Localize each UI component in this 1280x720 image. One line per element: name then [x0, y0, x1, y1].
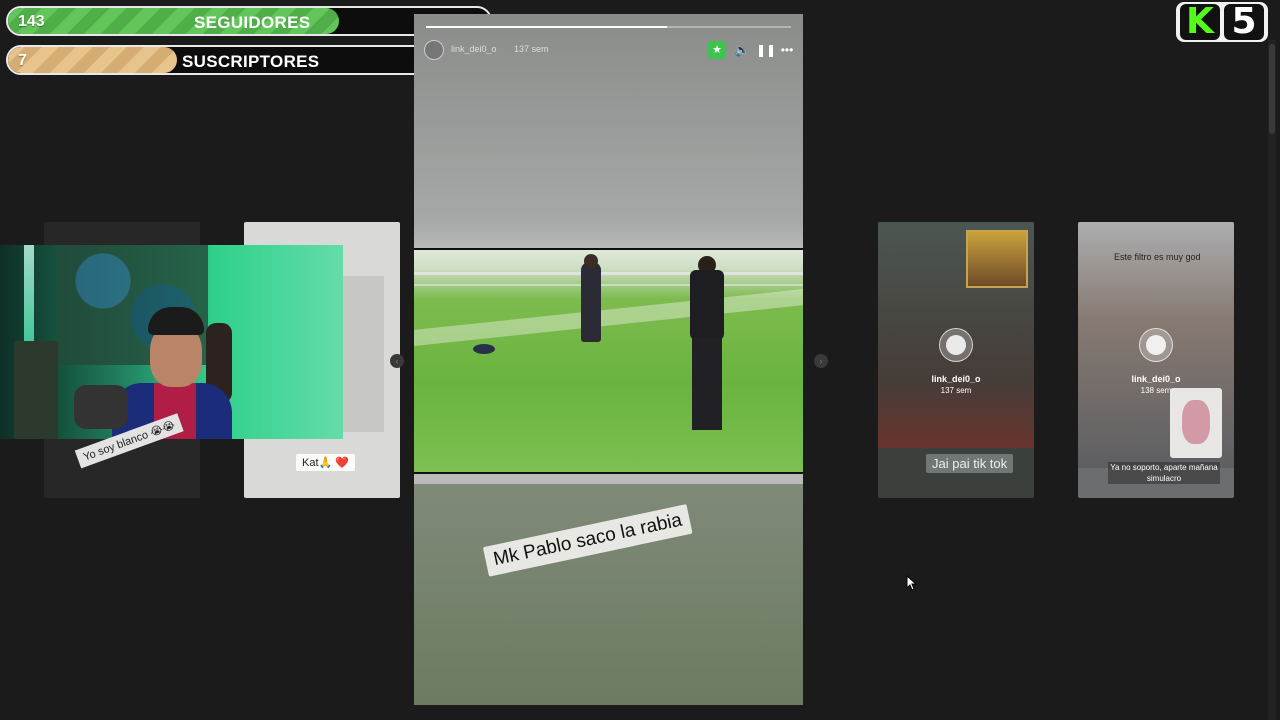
play-icon[interactable]	[939, 328, 973, 362]
story-bottom-area	[414, 484, 803, 705]
subscribers-current: 7	[18, 52, 27, 69]
fence	[414, 284, 803, 286]
story-time: 137 sem	[514, 44, 549, 54]
ball	[473, 344, 495, 354]
prev-story-arrow-icon[interactable]: ‹	[390, 354, 404, 368]
player	[581, 254, 601, 342]
player	[686, 256, 730, 430]
story-username: link_dei0_o	[1131, 374, 1181, 384]
story-sticker: Jai pai tik tok	[926, 454, 1014, 473]
subscribers-goal-fill	[8, 47, 177, 73]
logo-5: 5	[1224, 4, 1264, 40]
story-bottom-text: Ya no soporto, aparte mañana simulacro	[1108, 462, 1220, 484]
story-top-text: Este filtro es muy god	[1114, 252, 1201, 262]
story-card-right-1[interactable]: link_dei0_o 137 sem Jai pai tik tok	[878, 222, 1034, 498]
scrollbar[interactable]	[1268, 40, 1276, 720]
pause-icon[interactable]: ❚❚	[756, 41, 776, 59]
story-progress-fill	[426, 26, 667, 28]
story-username[interactable]: link_dei0_o	[451, 44, 497, 54]
player-head	[584, 254, 598, 268]
story-time: 137 sem	[940, 386, 972, 395]
avatar[interactable]	[424, 40, 444, 60]
story-thumbnail	[966, 230, 1028, 288]
shelf	[14, 341, 58, 439]
fence	[414, 272, 803, 275]
story-progress-bar	[426, 26, 791, 28]
player-torso	[690, 270, 724, 340]
followers-label: SEGUIDORES	[194, 13, 311, 32]
speaker-icon[interactable]: 🔈	[734, 41, 750, 59]
story-card-right-2[interactable]: Este filtro es muy god link_dei0_o 138 s…	[1078, 222, 1234, 498]
star-icon[interactable]: ★	[708, 41, 726, 59]
channel-logo: K 5	[1176, 2, 1268, 42]
next-story-arrow-icon[interactable]: ›	[814, 354, 828, 368]
more-icon[interactable]: •••	[779, 41, 795, 59]
main-story[interactable]: link_dei0_o 137 sem ★ 🔈 ❚❚ ••• Mk Pablo …	[414, 14, 803, 705]
play-icon[interactable]	[1139, 328, 1173, 362]
field-line	[414, 288, 803, 348]
logo-k: K	[1180, 4, 1220, 40]
led-light	[24, 245, 34, 355]
story-sticker: Kat🙏 ❤️	[296, 454, 355, 471]
story-header: link_dei0_o 137 sem ★ 🔈 ❚❚ •••	[424, 40, 793, 62]
story-sticker-image	[1170, 388, 1222, 458]
scrollbar-thumb[interactable]	[1269, 44, 1275, 134]
mouse-cursor-icon	[906, 575, 918, 591]
webcam-overlay	[0, 245, 343, 439]
followers-current: 143	[18, 13, 45, 30]
subscribers-label: SUSCRIPTORES	[182, 52, 320, 71]
microphone	[74, 385, 128, 429]
player-legs	[692, 338, 722, 430]
story-username: link_dei0_o	[931, 374, 981, 384]
cap	[148, 307, 204, 335]
story-video	[414, 248, 803, 474]
